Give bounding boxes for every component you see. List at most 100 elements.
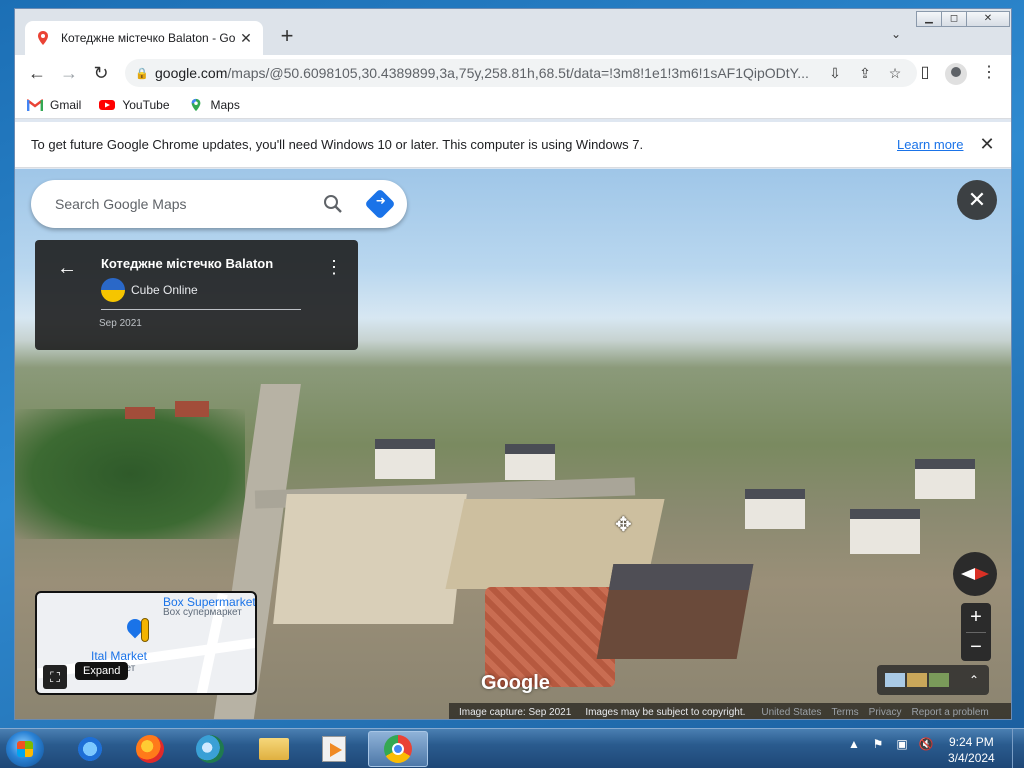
show-hidden-icons-icon[interactable]: ▲: [846, 737, 862, 751]
house: [850, 509, 920, 554]
file-explorer-icon[interactable]: [248, 731, 300, 767]
tab-close-icon[interactable]: ✕: [237, 29, 255, 47]
show-desktop-button[interactable]: [1012, 729, 1024, 768]
mini-map[interactable]: Box Supermarket Box супермаркет Ital Mar…: [35, 591, 257, 695]
expand-tooltip: Expand: [75, 662, 129, 680]
tab-search-icon[interactable]: ⌄: [887, 27, 905, 45]
window-controls: ▁ ◻ ✕: [916, 11, 1010, 29]
photo-thumbnails[interactable]: ⌃: [877, 665, 989, 695]
profile-avatar[interactable]: [945, 63, 967, 85]
system-clock[interactable]: 9:24 PM 3/4/2024: [948, 734, 995, 766]
map-road: [37, 637, 255, 679]
capture-info: Image capture: Sep 2021: [459, 706, 572, 718]
more-options-icon[interactable]: ⋮: [325, 256, 343, 280]
thumbnail[interactable]: [885, 673, 905, 687]
infobar-close-icon[interactable]: ✕: [977, 134, 997, 154]
map-poi-label[interactable]: Ital Market: [91, 649, 147, 663]
system-tray: ▲ ⚑ ▣ 🔇: [846, 737, 942, 751]
windows-taskbar: ▲ ⚑ ▣ 🔇 9:24 PM 3/4/2024: [0, 728, 1024, 768]
edge-icon[interactable]: [184, 731, 236, 767]
house: [915, 459, 975, 499]
start-button[interactable]: [6, 731, 44, 767]
bookmarks-bar: Gmail YouTube Maps: [15, 91, 1011, 119]
country-link[interactable]: United States: [761, 707, 821, 718]
bookmark-label: Maps: [210, 97, 240, 112]
gmail-icon: [27, 98, 43, 111]
zoom-out-button[interactable]: −: [961, 633, 991, 662]
street-view-panorama[interactable]: Search Google Maps ✕ ← Котеджне містечко…: [15, 169, 1011, 719]
address-bar[interactable]: 🔒 google.com/maps/@50.6098105,30.4389899…: [125, 59, 917, 87]
bookmark-maps[interactable]: Maps: [188, 98, 240, 112]
trees-area: [15, 409, 245, 539]
url-host: google.com: [155, 65, 228, 81]
directions-icon[interactable]: [364, 188, 396, 220]
thumbnail[interactable]: [929, 673, 949, 687]
learn-more-link[interactable]: Learn more: [897, 137, 963, 152]
volume-muted-icon[interactable]: 🔇: [918, 737, 934, 751]
bookmark-youtube[interactable]: YouTube: [99, 97, 170, 112]
thumbnail[interactable]: [907, 673, 927, 687]
close-window-button[interactable]: ✕: [966, 11, 1010, 27]
title-bar: Котеджне містечко Balaton - Go ✕ + ⌄ ▁ ◻…: [15, 9, 1011, 55]
tab-title: Котеджне містечко Balaton - Go: [61, 31, 236, 45]
place-info-card: ← Котеджне містечко Balaton ⋮ Cube Onlin…: [35, 240, 358, 350]
author-avatar[interactable]: [101, 278, 125, 302]
map-poi-sublabel: Box супермаркет: [163, 607, 242, 618]
media-player-icon[interactable]: [308, 731, 360, 767]
chrome-icon[interactable]: [368, 731, 428, 767]
capture-date: Sep 2021: [99, 318, 142, 329]
side-panel-icon[interactable]: ▯: [913, 61, 937, 85]
google-logo: Google: [481, 672, 550, 694]
maps-icon: [38, 31, 48, 45]
map-footer: Image capture: Sep 2021 Images may be su…: [449, 703, 1011, 719]
firefox-icon[interactable]: [124, 731, 176, 767]
youtube-icon: [99, 99, 116, 110]
zoom-in-button[interactable]: +: [961, 603, 991, 632]
browser-toolbar: ← → ↻ 🔒 google.com/maps/@50.6098105,30.4…: [15, 55, 1011, 91]
browser-tab[interactable]: Котеджне містечко Balaton - Go ✕: [25, 21, 263, 55]
share-icon[interactable]: ⇪: [853, 61, 877, 85]
maps-icon: [191, 98, 200, 111]
pegman-icon[interactable]: [141, 618, 149, 642]
copyright-notice: Images may be subject to copyright.: [585, 706, 746, 718]
maximize-button[interactable]: ◻: [941, 11, 967, 27]
new-tab-button[interactable]: +: [275, 25, 299, 49]
url-path: /maps/@50.6098105,30.4389899,3a,75y,258.…: [227, 65, 809, 81]
search-icon[interactable]: [321, 192, 345, 216]
infobar-message: To get future Google Chrome updates, you…: [31, 137, 644, 152]
brick-house: [596, 564, 754, 659]
bookmark-gmail[interactable]: Gmail: [27, 98, 81, 112]
back-icon[interactable]: ←: [25, 61, 49, 85]
clock-time: 9:24 PM: [949, 735, 994, 749]
forward-icon[interactable]: →: [57, 61, 81, 85]
minimize-button[interactable]: ▁: [916, 11, 942, 27]
expand-icon[interactable]: ⛶: [43, 665, 67, 689]
back-arrow-icon[interactable]: ←: [55, 256, 79, 280]
search-input[interactable]: Search Google Maps: [55, 196, 321, 212]
menu-icon[interactable]: ⋮: [977, 61, 1001, 85]
author-name[interactable]: Cube Online: [131, 283, 198, 297]
terms-link[interactable]: Terms: [831, 707, 858, 718]
house: [375, 439, 435, 479]
url-text: google.com/maps/@50.6098105,30.4389899,3…: [155, 65, 817, 81]
compass-icon[interactable]: [953, 552, 997, 596]
clock-date: 3/4/2024: [948, 751, 995, 765]
privacy-link[interactable]: Privacy: [869, 707, 902, 718]
roof: [175, 401, 209, 417]
house: [505, 444, 555, 480]
close-street-view-button[interactable]: ✕: [957, 180, 997, 220]
internet-explorer-icon[interactable]: [64, 731, 116, 767]
install-icon[interactable]: ⇩: [823, 61, 847, 85]
bookmark-label: Gmail: [50, 97, 82, 112]
chevron-up-icon[interactable]: ⌃: [969, 673, 979, 687]
maps-search-box[interactable]: Search Google Maps: [31, 180, 407, 228]
network-icon[interactable]: ▣: [894, 737, 910, 751]
action-center-flag-icon[interactable]: ⚑: [870, 737, 886, 751]
bookmark-label: YouTube: [122, 97, 170, 112]
reload-icon[interactable]: ↻: [89, 61, 113, 85]
zoom-control: + −: [961, 603, 991, 661]
report-problem-link[interactable]: Report a problem: [911, 707, 988, 718]
bookmark-star-icon[interactable]: ☆: [883, 61, 907, 85]
lock-icon: 🔒: [135, 67, 149, 80]
move-cursor-icon: ✥: [615, 514, 632, 536]
